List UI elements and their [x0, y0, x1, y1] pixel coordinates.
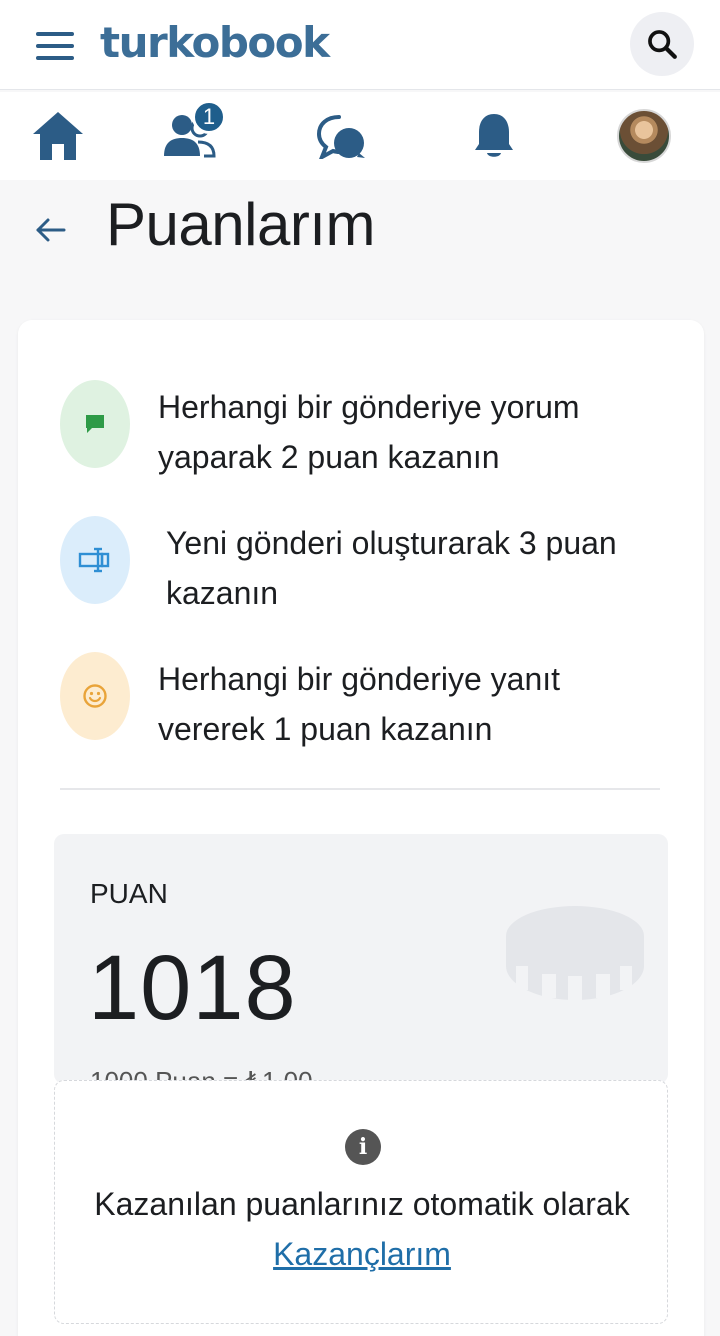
coin-icon	[506, 906, 644, 1000]
nav-notifications[interactable]	[454, 92, 534, 180]
tip-text: Herhangi bir gönderiye yanıt vererek 1 p…	[158, 661, 561, 747]
tip-comment: Herhangi bir gönderiye yorum yaparak 2 p…	[60, 380, 660, 480]
nav-bar: 1	[0, 92, 720, 180]
tip-new-post: Yeni gönderi oluşturarak 3 puan kazanın	[60, 516, 660, 616]
user-avatar[interactable]	[617, 109, 671, 163]
comment-icon	[86, 415, 104, 433]
tip-icon-bg	[60, 516, 130, 604]
points-card: Herhangi bir gönderiye yorum yaparak 2 p…	[18, 320, 704, 1336]
info-text: Kazanılan puanlarınız otomatik olarak Ka…	[75, 1179, 649, 1279]
new-post-icon	[78, 547, 110, 573]
nav-friends[interactable]: 1	[150, 92, 230, 180]
points-value: 1018	[88, 937, 297, 1039]
friends-badge: 1	[192, 100, 226, 134]
tip-text: Herhangi bir gönderiye yorum yaparak 2 p…	[158, 389, 580, 475]
smile-icon	[83, 684, 107, 708]
nav-profile[interactable]	[604, 92, 684, 180]
back-arrow-icon[interactable]	[32, 210, 72, 250]
top-header: turkobook	[0, 0, 720, 90]
tip-text: Yeni gönderi oluşturarak 3 puan kazanın	[166, 525, 617, 611]
site-logo[interactable]: turkobook	[100, 18, 330, 67]
bell-icon	[475, 114, 513, 157]
earnings-link[interactable]: Kazançlarım	[273, 1236, 451, 1272]
tip-reply: Herhangi bir gönderiye yanıt vererek 1 p…	[60, 652, 660, 752]
nav-home[interactable]	[18, 92, 98, 180]
chat-icon	[317, 115, 365, 159]
tip-icon-bg	[60, 652, 130, 740]
page-title: Puanlarım	[106, 191, 375, 258]
info-box: i Kazanılan puanlarınız otomatik olarak …	[54, 1080, 668, 1324]
points-label: PUAN	[90, 878, 168, 909]
nav-messages[interactable]	[302, 92, 382, 180]
info-message: Kazanılan puanlarınız otomatik olarak	[94, 1186, 630, 1222]
points-box: PUAN 1018 1000 Puan = ₺1,00	[54, 834, 668, 1084]
menu-icon[interactable]	[36, 32, 74, 60]
home-icon	[33, 112, 83, 160]
search-button[interactable]	[630, 12, 694, 76]
tip-icon-bg	[60, 380, 130, 468]
search-icon	[648, 30, 677, 59]
info-icon: i	[345, 1129, 381, 1165]
divider	[60, 788, 660, 790]
